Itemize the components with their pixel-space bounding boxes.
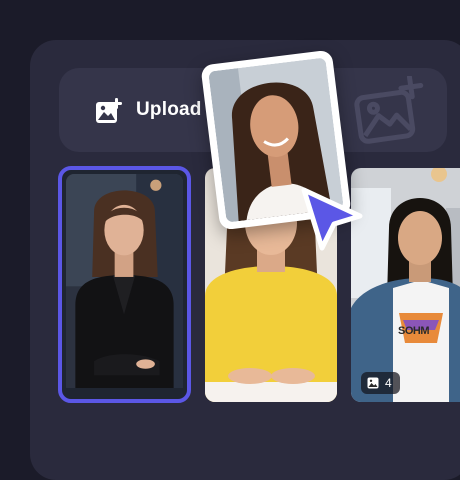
upload-label: Upload <box>136 99 202 120</box>
cursor-pointer-icon <box>301 187 363 251</box>
shirt-text: SOHM <box>398 325 430 337</box>
image-count-badge[interactable]: 4 <box>361 372 400 394</box>
portrait-photo <box>66 174 183 389</box>
image-count: 4 <box>385 376 392 390</box>
portrait-photo <box>351 168 460 402</box>
image-plus-icon <box>96 98 122 123</box>
gallery-photo-3[interactable]: SOHM <box>351 168 460 402</box>
image-icon <box>367 377 379 389</box>
gallery-photo-1[interactable] <box>58 166 191 403</box>
image-plus-icon <box>354 76 424 144</box>
